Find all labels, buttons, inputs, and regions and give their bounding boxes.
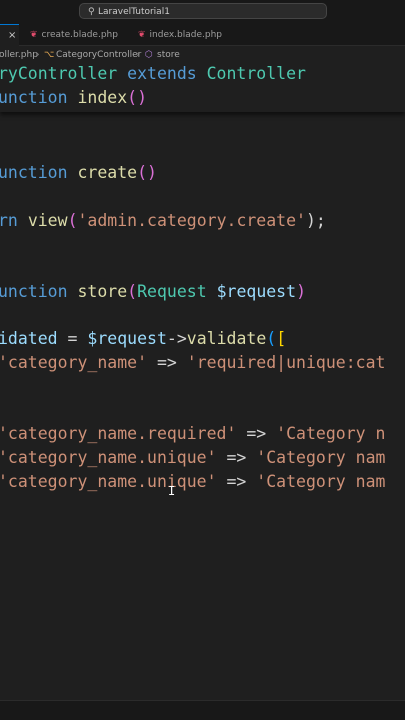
breadcrumb-separator: › [136,50,140,60]
editor-tab-bar: × ❦ create.blade.php ❦ index.blade.php [0,24,405,46]
code-line: unction store(Request $request) [0,282,306,301]
code-line: ryController extends Controller [0,64,306,83]
breadcrumb-method[interactable]: store [157,46,180,64]
breadcrumb-class[interactable]: CategoryController [56,46,141,64]
code-line: unction index() [0,88,148,107]
class-symbol-icon: ⌥ [44,50,55,60]
title-bar: ⚲ LaravelTutorial1 [0,0,405,24]
breadcrumb-file[interactable]: oller.php [0,46,38,64]
code-line: 'category_name.unique' => 'Category nam [0,472,386,491]
code-line: idated = $request->validate([ [0,329,287,348]
tab-label: create.blade.php [41,30,118,40]
tab-category-controller[interactable]: × [0,24,19,46]
code-line: rn view('admin.category.create'); [0,211,326,230]
search-icon: ⚲ [88,7,95,17]
code-line: 'category_name' => 'required|unique:cat [0,353,386,372]
tab-label: index.blade.php [149,30,222,40]
tab-create-blade[interactable]: ❦ create.blade.php [24,24,132,46]
code-line: 'category_name.unique' => 'Category nam [0,448,386,467]
code-editor[interactable]: ryController extends Controller unction … [0,64,405,700]
search-label: LaravelTutorial1 [98,7,170,17]
method-symbol-icon: ⬡ [145,50,153,60]
mouse-ibeam-cursor-icon: I [168,484,176,498]
tab-index-blade[interactable]: ❦ index.blade.php [132,24,242,46]
status-bar [0,700,405,720]
php-file-icon: ❦ [138,30,146,40]
breadcrumb-separator: › [36,50,40,60]
close-icon[interactable]: × [8,30,16,41]
breadcrumb: oller.php › ⌥ CategoryController › ⬡ sto… [0,46,405,64]
command-center-search[interactable]: ⚲ LaravelTutorial1 [79,3,327,19]
code-line: 'category_name.required' => 'Category n [0,424,386,443]
php-file-icon: ❦ [30,30,38,40]
code-line: unction create() [0,163,157,182]
sticky-scroll-header[interactable]: ryController extends Controller unction … [0,64,405,112]
